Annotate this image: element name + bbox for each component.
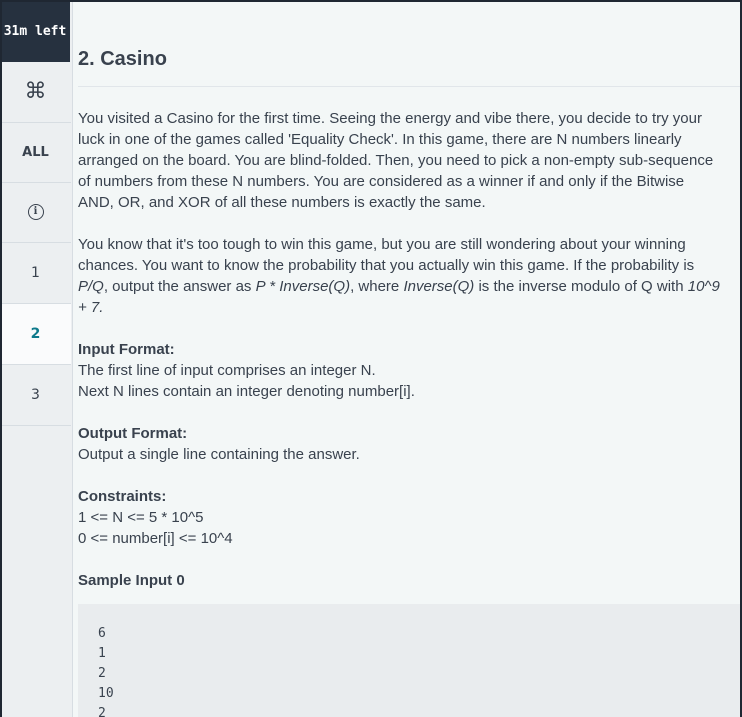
- code-line: 6: [98, 626, 106, 641]
- problem-title: 2. Casino: [78, 48, 167, 70]
- code-line: 1: [98, 646, 106, 661]
- code-line: 2: [98, 706, 106, 717]
- inverse-term: Inverse(Q): [403, 278, 475, 295]
- time-remaining: 31m left: [0, 0, 70, 62]
- question-number: 3: [31, 387, 40, 403]
- description-line: You visited a Casino for the first time.…: [78, 110, 702, 127]
- window-border: [0, 0, 742, 2]
- description-line: AND, OR, and XOR of all these numbers is…: [78, 194, 486, 211]
- title-divider: [78, 86, 742, 87]
- problem-content[interactable]: 2. Casino You visited a Casino for the f…: [73, 0, 742, 717]
- question-number: 2: [30, 326, 41, 342]
- sidebar-item-question-3[interactable]: 3: [0, 365, 71, 426]
- description-line: luck in one of the games called 'Equalit…: [78, 131, 682, 148]
- constraints-heading: Constraints:: [78, 488, 167, 505]
- code-line: 10: [98, 686, 114, 701]
- sidebar-item-question-2[interactable]: 2: [0, 304, 71, 365]
- fraction-term: P/Q: [78, 278, 104, 295]
- description-line: You know that it's too tough to win this…: [78, 236, 686, 253]
- all-questions-button[interactable]: ALL: [0, 122, 71, 183]
- sample-input-heading: Sample Input 0: [78, 572, 185, 589]
- code-line: 2: [98, 666, 106, 681]
- question-number: 1: [31, 265, 40, 281]
- output-format-heading: Output Format:: [78, 425, 188, 442]
- sidebar-item-question-1[interactable]: 1: [0, 243, 71, 304]
- input-format-line: The first line of input comprises an int…: [78, 362, 376, 379]
- constraint-line: 1 <= N <= 5 * 10^5: [78, 509, 204, 526]
- shortcuts-button[interactable]: ⌘: [0, 62, 71, 123]
- info-button[interactable]: i: [0, 182, 71, 243]
- command-icon: ⌘: [24, 79, 47, 104]
- input-format-heading: Input Format:: [78, 341, 175, 358]
- input-format-line: Next N lines contain an integer denoting…: [78, 383, 415, 400]
- description-line: P/Q, output the answer as P * Inverse(Q)…: [78, 278, 720, 295]
- description-line: + 7.: [78, 299, 104, 316]
- constraint-line: 0 <= number[i] <= 10^4: [78, 530, 233, 547]
- sample-input-code-block[interactable]: 6 1 2 10 2: [78, 604, 742, 717]
- description-line: arranged on the board. You are blind-fol…: [78, 152, 714, 169]
- description-line: of numbers from these N numbers. You are…: [78, 173, 685, 190]
- description-line: chances. You want to know the probabilit…: [78, 257, 695, 274]
- question-sidebar: 31m left ⌘ ALL i 1 2 3: [0, 0, 73, 717]
- modulo-term: 10^9: [687, 278, 720, 295]
- window-border: [0, 0, 2, 717]
- output-format-line: Output a single line containing the answ…: [78, 446, 360, 463]
- all-label: ALL: [22, 144, 49, 160]
- answer-formula: P * Inverse(Q): [255, 278, 351, 295]
- info-icon: i: [27, 204, 44, 220]
